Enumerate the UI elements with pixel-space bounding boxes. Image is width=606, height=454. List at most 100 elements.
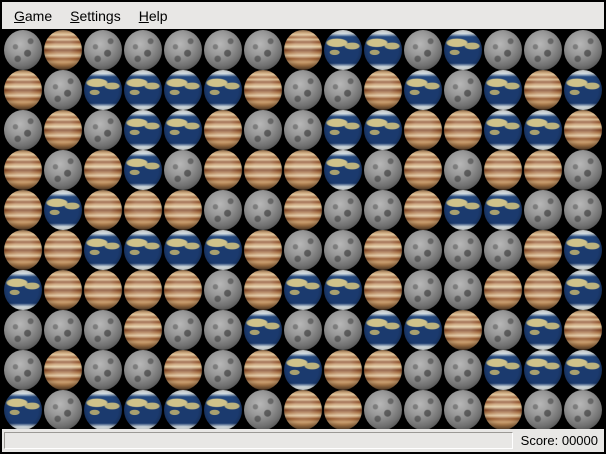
ball-moon[interactable] <box>403 230 443 270</box>
ball-moon[interactable] <box>83 310 123 350</box>
ball-jupiter[interactable] <box>243 350 283 390</box>
ball-earth[interactable] <box>443 190 483 230</box>
ball-jupiter[interactable] <box>43 350 83 390</box>
ball-jupiter[interactable] <box>163 190 203 230</box>
ball-earth[interactable] <box>3 270 43 310</box>
ball-jupiter[interactable] <box>43 270 83 310</box>
ball-moon[interactable] <box>43 70 83 110</box>
ball-earth[interactable] <box>83 390 123 429</box>
ball-earth[interactable] <box>123 390 163 429</box>
ball-moon[interactable] <box>363 150 403 190</box>
ball-jupiter[interactable] <box>283 390 323 429</box>
ball-jupiter[interactable] <box>43 230 83 270</box>
ball-earth[interactable] <box>363 110 403 150</box>
ball-earth[interactable] <box>203 70 243 110</box>
ball-earth[interactable] <box>323 270 363 310</box>
ball-moon[interactable] <box>163 150 203 190</box>
ball-moon[interactable] <box>323 70 363 110</box>
ball-moon[interactable] <box>243 110 283 150</box>
ball-jupiter[interactable] <box>83 190 123 230</box>
ball-earth[interactable] <box>163 230 203 270</box>
ball-jupiter[interactable] <box>283 150 323 190</box>
ball-jupiter[interactable] <box>523 270 563 310</box>
ball-jupiter[interactable] <box>203 150 243 190</box>
ball-moon[interactable] <box>283 70 323 110</box>
ball-jupiter[interactable] <box>403 110 443 150</box>
ball-moon[interactable] <box>163 310 203 350</box>
ball-jupiter[interactable] <box>3 190 43 230</box>
ball-moon[interactable] <box>243 190 283 230</box>
ball-jupiter[interactable] <box>363 230 403 270</box>
ball-earth[interactable] <box>243 310 283 350</box>
ball-moon[interactable] <box>443 150 483 190</box>
ball-moon[interactable] <box>243 30 283 70</box>
ball-moon[interactable] <box>83 350 123 390</box>
ball-jupiter[interactable] <box>323 350 363 390</box>
ball-jupiter[interactable] <box>483 150 523 190</box>
ball-jupiter[interactable] <box>203 110 243 150</box>
ball-jupiter[interactable] <box>483 390 523 429</box>
ball-earth[interactable] <box>83 70 123 110</box>
ball-jupiter[interactable] <box>523 70 563 110</box>
ball-jupiter[interactable] <box>323 390 363 429</box>
ball-earth[interactable] <box>403 70 443 110</box>
menu-help[interactable]: Help <box>130 4 177 28</box>
ball-jupiter[interactable] <box>123 270 163 310</box>
ball-moon[interactable] <box>563 30 603 70</box>
ball-jupiter[interactable] <box>243 150 283 190</box>
ball-moon[interactable] <box>363 390 403 429</box>
ball-jupiter[interactable] <box>363 70 403 110</box>
ball-earth[interactable] <box>523 350 563 390</box>
menu-game[interactable]: Game <box>5 4 61 28</box>
ball-earth[interactable] <box>323 110 363 150</box>
ball-jupiter[interactable] <box>43 30 83 70</box>
ball-earth[interactable] <box>363 30 403 70</box>
ball-moon[interactable] <box>563 150 603 190</box>
ball-earth[interactable] <box>563 270 603 310</box>
ball-earth[interactable] <box>323 150 363 190</box>
ball-jupiter[interactable] <box>3 230 43 270</box>
ball-moon[interactable] <box>483 30 523 70</box>
ball-jupiter[interactable] <box>123 190 163 230</box>
ball-moon[interactable] <box>443 390 483 429</box>
ball-earth[interactable] <box>163 390 203 429</box>
ball-moon[interactable] <box>563 390 603 429</box>
ball-moon[interactable] <box>403 390 443 429</box>
ball-moon[interactable] <box>203 190 243 230</box>
ball-jupiter[interactable] <box>563 110 603 150</box>
ball-jupiter[interactable] <box>523 150 563 190</box>
ball-earth[interactable] <box>163 70 203 110</box>
ball-moon[interactable] <box>3 310 43 350</box>
ball-jupiter[interactable] <box>363 350 403 390</box>
ball-jupiter[interactable] <box>163 270 203 310</box>
ball-moon[interactable] <box>43 310 83 350</box>
ball-jupiter[interactable] <box>283 30 323 70</box>
ball-jupiter[interactable] <box>403 190 443 230</box>
ball-moon[interactable] <box>483 230 523 270</box>
ball-jupiter[interactable] <box>83 150 123 190</box>
ball-moon[interactable] <box>43 150 83 190</box>
ball-moon[interactable] <box>363 190 403 230</box>
ball-jupiter[interactable] <box>403 150 443 190</box>
ball-moon[interactable] <box>323 190 363 230</box>
ball-moon[interactable] <box>443 70 483 110</box>
ball-moon[interactable] <box>83 110 123 150</box>
ball-moon[interactable] <box>443 230 483 270</box>
ball-moon[interactable] <box>123 350 163 390</box>
ball-earth[interactable] <box>483 190 523 230</box>
ball-moon[interactable] <box>203 350 243 390</box>
ball-jupiter[interactable] <box>563 310 603 350</box>
ball-earth[interactable] <box>123 230 163 270</box>
ball-moon[interactable] <box>283 110 323 150</box>
ball-moon[interactable] <box>403 30 443 70</box>
ball-earth[interactable] <box>83 230 123 270</box>
ball-moon[interactable] <box>403 270 443 310</box>
ball-earth[interactable] <box>563 350 603 390</box>
ball-earth[interactable] <box>563 230 603 270</box>
ball-earth[interactable] <box>483 70 523 110</box>
ball-earth[interactable] <box>3 390 43 429</box>
ball-jupiter[interactable] <box>243 70 283 110</box>
ball-moon[interactable] <box>3 110 43 150</box>
ball-jupiter[interactable] <box>443 310 483 350</box>
ball-moon[interactable] <box>403 350 443 390</box>
